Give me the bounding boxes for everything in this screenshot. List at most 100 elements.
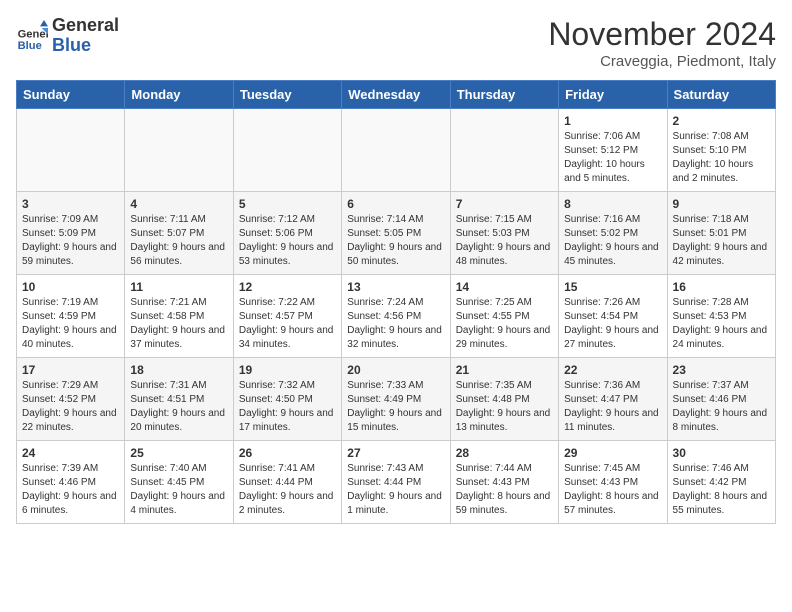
header: General Blue General Blue November 2024 … [16,16,776,70]
day-number: 22 [564,363,661,377]
day-number: 21 [456,363,553,377]
day-info: Sunrise: 7:19 AM Sunset: 4:59 PM Dayligh… [22,296,119,352]
day-number: 10 [22,280,119,294]
day-number: 3 [22,197,119,211]
location: Craveggia, Piedmont, Italy [548,53,776,70]
calendar-cell: 24 Sunrise: 7:39 AM Sunset: 4:46 PM Dayli… [17,441,125,524]
calendar-cell: 28 Sunrise: 7:44 AM Sunset: 4:43 PM Dayli… [450,441,558,524]
calendar-cell: 22Sunrise: 7:36 AM Sunset: 4:47 PM Dayli… [559,358,667,441]
day-number: 28 [456,446,553,460]
day-number: 30 [673,446,770,460]
day-number: 1 [564,114,661,128]
calendar-cell: 5Sunrise: 7:12 AM Sunset: 5:06 PM Daylig… [233,192,341,275]
logo: General Blue General Blue [16,16,119,56]
header-cell-monday: Monday [125,81,233,109]
day-number: 9 [673,197,770,211]
day-info: Sunrise: 7:29 AM Sunset: 4:52 PM Dayligh… [22,379,119,435]
day-number: 16 [673,280,770,294]
calendar-cell: 23Sunrise: 7:37 AM Sunset: 4:46 PM Dayli… [667,358,775,441]
calendar-week-4: 17 Sunrise: 7:29 AM Sunset: 4:52 PM Dayli… [17,358,776,441]
day-number: 27 [347,446,444,460]
day-info: Sunrise: 7:41 AM Sunset: 4:44 PM Dayligh… [239,462,336,518]
day-info: Sunrise: 7:09 AM Sunset: 5:09 PM Dayligh… [22,213,119,269]
svg-text:Blue: Blue [18,40,42,52]
day-info: Sunrise: 7:33 AM Sunset: 4:49 PM Dayligh… [347,379,444,435]
title-area: November 2024 Craveggia, Piedmont, Italy [548,16,776,70]
calendar-cell: 14Sunrise: 7:25 AM Sunset: 4:55 PM Dayli… [450,275,558,358]
day-info: Sunrise: 7:46 AM Sunset: 4:42 PM Dayligh… [673,462,770,518]
day-info: Sunrise: 7:22 AM Sunset: 4:57 PM Dayligh… [239,296,336,352]
day-info: Sunrise: 7:08 AM Sunset: 5:10 PM Dayligh… [673,130,770,186]
day-info: Sunrise: 7:40 AM Sunset: 4:45 PM Dayligh… [130,462,227,518]
day-number: 20 [347,363,444,377]
calendar-table: SundayMondayTuesdayWednesdayThursdayFrid… [16,80,776,524]
header-cell-wednesday: Wednesday [342,81,450,109]
calendar-week-5: 24 Sunrise: 7:39 AM Sunset: 4:46 PM Dayli… [17,441,776,524]
calendar-cell: 19Sunrise: 7:32 AM Sunset: 4:50 PM Dayli… [233,358,341,441]
day-number: 8 [564,197,661,211]
day-number: 18 [130,363,227,377]
day-number: 23 [673,363,770,377]
day-info: Sunrise: 7:21 AM Sunset: 4:58 PM Dayligh… [130,296,227,352]
calendar-cell: 15Sunrise: 7:26 AM Sunset: 4:54 PM Dayli… [559,275,667,358]
day-number: 12 [239,280,336,294]
calendar-cell: 21 Sunrise: 7:35 AM Sunset: 4:48 PM Dayli… [450,358,558,441]
calendar-cell [17,109,125,192]
calendar-cell: 13 Sunrise: 7:24 AM Sunset: 4:56 PM Dayli… [342,275,450,358]
calendar-cell: 6Sunrise: 7:14 AM Sunset: 5:05 PM Daylig… [342,192,450,275]
day-info: Sunrise: 7:31 AM Sunset: 4:51 PM Dayligh… [130,379,227,435]
calendar-week-1: 1 Sunrise: 7:06 AM Sunset: 5:12 PM Daylig… [17,109,776,192]
calendar-cell: 26Sunrise: 7:41 AM Sunset: 4:44 PM Dayli… [233,441,341,524]
calendar-week-2: 3 Sunrise: 7:09 AM Sunset: 5:09 PM Daylig… [17,192,776,275]
day-info: Sunrise: 7:45 AM Sunset: 4:43 PM Dayligh… [564,462,661,518]
day-number: 2 [673,114,770,128]
day-info: Sunrise: 7:39 AM Sunset: 4:46 PM Dayligh… [22,462,119,518]
calendar-cell: 8 Sunrise: 7:16 AM Sunset: 5:02 PM Daylig… [559,192,667,275]
day-number: 13 [347,280,444,294]
calendar-cell [342,109,450,192]
day-info: Sunrise: 7:44 AM Sunset: 4:43 PM Dayligh… [456,462,553,518]
calendar-week-3: 10 Sunrise: 7:19 AM Sunset: 4:59 PM Dayli… [17,275,776,358]
day-info: Sunrise: 7:16 AM Sunset: 5:02 PM Dayligh… [564,213,661,269]
calendar-cell [125,109,233,192]
calendar-cell: 18 Sunrise: 7:31 AM Sunset: 4:51 PM Dayli… [125,358,233,441]
day-info: Sunrise: 7:26 AM Sunset: 4:54 PM Dayligh… [564,296,661,352]
calendar-cell: 20 Sunrise: 7:33 AM Sunset: 4:49 PM Dayli… [342,358,450,441]
month-title: November 2024 [548,16,776,53]
day-number: 4 [130,197,227,211]
calendar-cell: 1 Sunrise: 7:06 AM Sunset: 5:12 PM Daylig… [559,109,667,192]
calendar-cell: 11 Sunrise: 7:21 AM Sunset: 4:58 PM Dayli… [125,275,233,358]
calendar-cell [450,109,558,192]
day-info: Sunrise: 7:35 AM Sunset: 4:48 PM Dayligh… [456,379,553,435]
day-info: Sunrise: 7:15 AM Sunset: 5:03 PM Dayligh… [456,213,553,269]
day-number: 19 [239,363,336,377]
calendar-cell: 4 Sunrise: 7:11 AM Sunset: 5:07 PM Daylig… [125,192,233,275]
calendar-header-row: SundayMondayTuesdayWednesdayThursdayFrid… [17,81,776,109]
day-number: 11 [130,280,227,294]
header-cell-sunday: Sunday [17,81,125,109]
day-info: Sunrise: 7:18 AM Sunset: 5:01 PM Dayligh… [673,213,770,269]
day-info: Sunrise: 7:24 AM Sunset: 4:56 PM Dayligh… [347,296,444,352]
calendar-cell: 9 Sunrise: 7:18 AM Sunset: 5:01 PM Daylig… [667,192,775,275]
calendar-cell: 17 Sunrise: 7:29 AM Sunset: 4:52 PM Dayli… [17,358,125,441]
calendar-cell: 27 Sunrise: 7:43 AM Sunset: 4:44 PM Dayli… [342,441,450,524]
header-cell-tuesday: Tuesday [233,81,341,109]
calendar-cell: 29 Sunrise: 7:45 AM Sunset: 4:43 PM Dayli… [559,441,667,524]
calendar-cell: 16 Sunrise: 7:28 AM Sunset: 4:53 PM Dayli… [667,275,775,358]
svg-text:General: General [18,28,48,40]
day-info: Sunrise: 7:12 AM Sunset: 5:06 PM Dayligh… [239,213,336,269]
day-info: Sunrise: 7:28 AM Sunset: 4:53 PM Dayligh… [673,296,770,352]
day-number: 7 [456,197,553,211]
day-number: 29 [564,446,661,460]
calendar-cell: 10 Sunrise: 7:19 AM Sunset: 4:59 PM Dayli… [17,275,125,358]
calendar-cell: 3 Sunrise: 7:09 AM Sunset: 5:09 PM Daylig… [17,192,125,275]
day-info: Sunrise: 7:11 AM Sunset: 5:07 PM Dayligh… [130,213,227,269]
day-number: 24 [22,446,119,460]
logo-text: General Blue [52,16,119,56]
calendar-cell: 7 Sunrise: 7:15 AM Sunset: 5:03 PM Daylig… [450,192,558,275]
header-cell-saturday: Saturday [667,81,775,109]
day-info: Sunrise: 7:43 AM Sunset: 4:44 PM Dayligh… [347,462,444,518]
day-number: 17 [22,363,119,377]
day-info: Sunrise: 7:06 AM Sunset: 5:12 PM Dayligh… [564,130,661,186]
calendar-cell: 25Sunrise: 7:40 AM Sunset: 4:45 PM Dayli… [125,441,233,524]
